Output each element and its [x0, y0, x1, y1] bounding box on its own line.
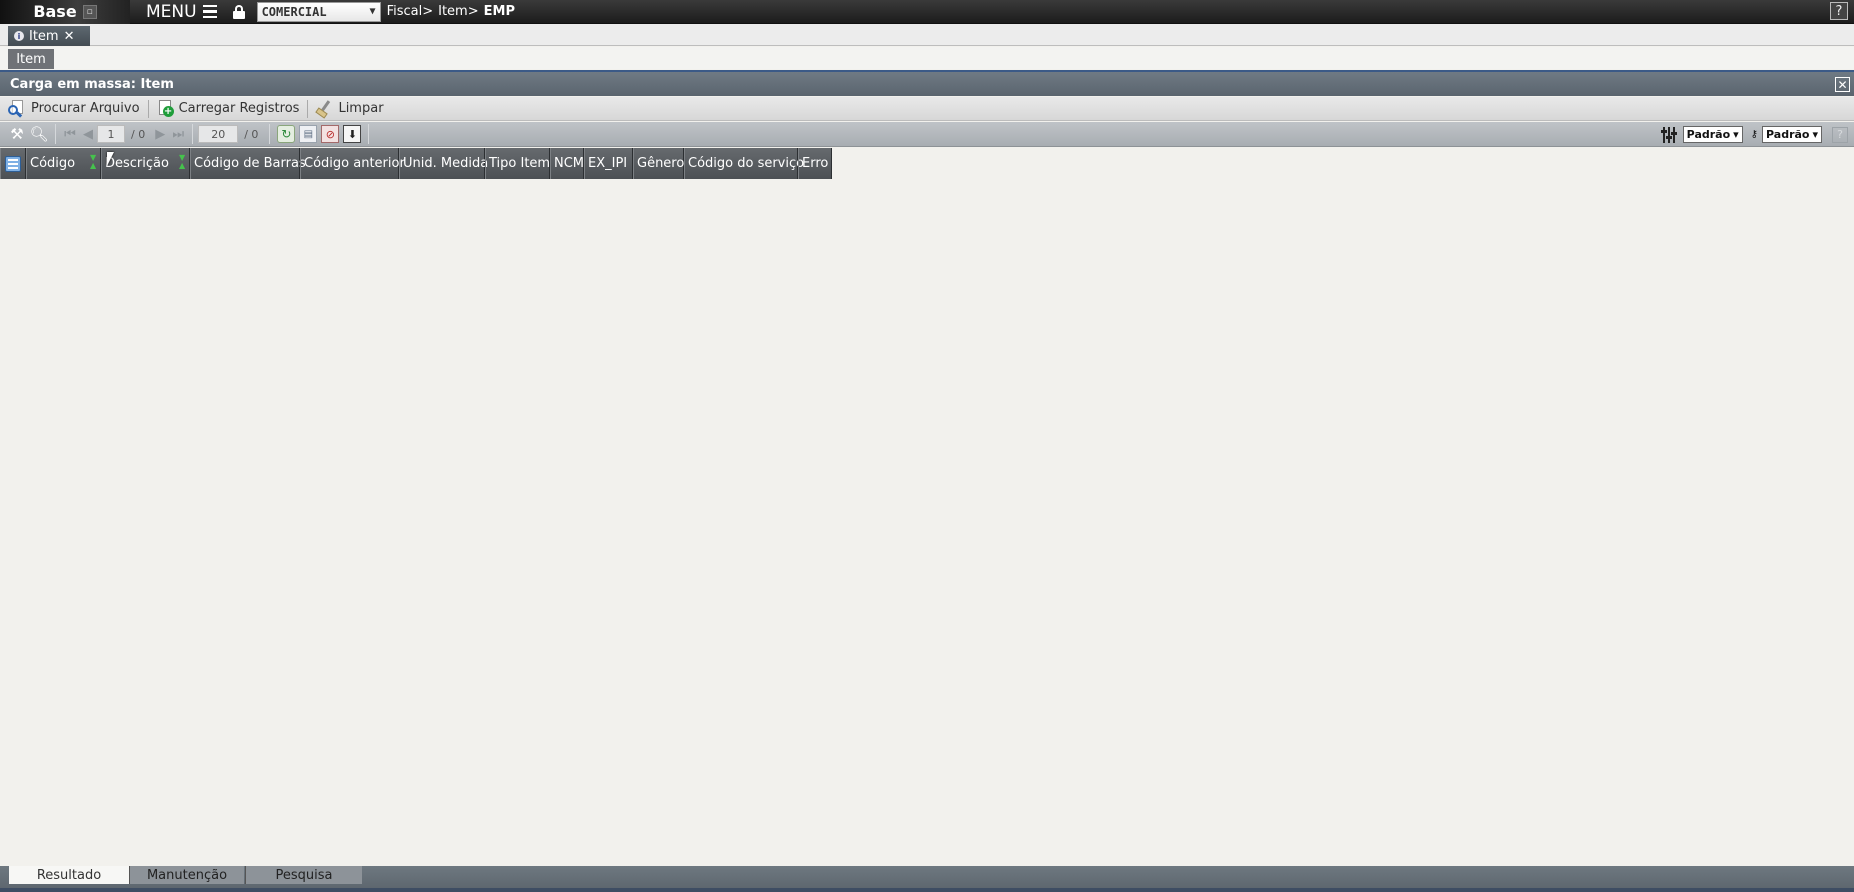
- lock-icon[interactable]: [232, 4, 245, 19]
- column-label: Código anterior: [304, 156, 405, 171]
- divider: [307, 99, 309, 118]
- export-icon[interactable]: ▤: [299, 125, 318, 143]
- close-tab-icon[interactable]: ✕: [64, 29, 75, 44]
- column-header-codigo-anterior[interactable]: Código anterior: [300, 148, 405, 179]
- column-menu-button[interactable]: [0, 148, 26, 179]
- view-tools: Padrão ▾ ⚷ Padrão ▾ ?: [1659, 122, 1848, 147]
- column-label: Gênero: [637, 156, 685, 171]
- column-header-codigo-servico[interactable]: Código do serviço: [684, 148, 804, 179]
- chevron-down-icon: ▾: [1733, 128, 1739, 141]
- help-icon[interactable]: ?: [1832, 126, 1848, 143]
- column-label: Erro: [802, 156, 829, 171]
- tab-label: Item: [29, 28, 59, 44]
- grid-body[interactable]: [0, 179, 1854, 865]
- column-label: Código de Barras: [194, 156, 306, 171]
- column-header-erro[interactable]: Erro: [798, 148, 832, 179]
- tab-manutencao[interactable]: Manutenção: [129, 866, 244, 884]
- rows-per-page-input[interactable]: 20: [198, 125, 239, 143]
- add-document-icon: +: [156, 99, 174, 118]
- column-label: Unid. Medida: [403, 156, 489, 171]
- column-label: Tipo Item: [489, 156, 551, 171]
- sub-tab-item[interactable]: Item: [8, 49, 54, 69]
- breadcrumb-current: EMP: [483, 4, 515, 19]
- sort-icon: ▼ ▲: [90, 153, 97, 170]
- sliders-icon[interactable]: [1659, 126, 1679, 144]
- menu-label: MENU: [146, 1, 197, 22]
- collapse-icon[interactable]: ▫: [82, 4, 97, 19]
- view-select-value: Padrão: [1686, 128, 1731, 141]
- column-header-ex-ipi[interactable]: EX_IPI: [584, 148, 633, 179]
- remove-filter-icon[interactable]: ⊘: [321, 125, 340, 143]
- help-icon[interactable]: ?: [1830, 2, 1848, 20]
- brand-label: Base: [33, 2, 77, 21]
- tools-icon[interactable]: ⚒: [6, 123, 28, 145]
- key-icon: ⚷: [1750, 129, 1758, 140]
- divider: [269, 124, 271, 144]
- breadcrumb-item[interactable]: Item>: [438, 4, 479, 19]
- divider: [147, 99, 149, 118]
- broom-icon: [315, 99, 333, 119]
- previous-page-icon[interactable]: ◀: [79, 127, 97, 142]
- panel-header: Carga em massa: Item ✕: [0, 70, 1854, 96]
- divider: [368, 124, 370, 144]
- divider: [192, 124, 194, 144]
- clear-button[interactable]: Limpar: [313, 98, 391, 120]
- sub-tabs: Item: [0, 47, 1854, 69]
- tab-pesquisa[interactable]: Pesquisa: [245, 866, 362, 884]
- browse-file-label: Procurar Arquivo: [31, 101, 140, 116]
- column-header-unid-medida[interactable]: Unid. Medida: [399, 148, 489, 179]
- mouse-cursor-icon: [107, 152, 121, 166]
- column-label: Código: [30, 156, 76, 171]
- refresh-icon[interactable]: ↻: [277, 125, 296, 143]
- chevron-down-icon: ▼: [369, 6, 376, 17]
- close-panel-icon[interactable]: ✕: [1835, 77, 1850, 92]
- browse-file-button[interactable]: Procurar Arquivo: [6, 98, 148, 120]
- download-icon[interactable]: ⬇: [343, 125, 362, 143]
- action-toolbar: Procurar Arquivo + Carregar Registros Li…: [0, 97, 1854, 121]
- tab-item[interactable]: i Item ✕: [8, 26, 90, 46]
- view-select[interactable]: Padrão ▾: [1682, 126, 1743, 143]
- tab-resultado[interactable]: Resultado: [9, 866, 129, 884]
- company-value: COMERCIAL: [261, 4, 327, 19]
- page-input[interactable]: 1: [97, 125, 125, 143]
- bottom-tabs: Resultado Manutenção Pesquisa: [0, 866, 1854, 892]
- key-select[interactable]: Padrão ▾: [1762, 126, 1822, 143]
- document-tabs: i Item ✕: [0, 24, 1854, 46]
- column-header-codigo-barras[interactable]: Código de Barras: [190, 148, 306, 179]
- grid-header: Código ▼ ▲ Descrição ▼ ▲ Código de Barras …: [0, 148, 832, 179]
- column-label: Código do serviço: [688, 156, 805, 171]
- panel-title: Carga em massa: Item: [10, 76, 174, 92]
- column-label: NCM: [554, 156, 585, 171]
- divider: [55, 124, 56, 144]
- hamburger-icon: [202, 4, 217, 19]
- clear-label: Limpar: [338, 101, 384, 116]
- top-bar: Base ▫ MENU COMERCIAL ▼ Fiscal> Item> EM…: [0, 0, 1854, 24]
- column-label: EX_IPI: [588, 156, 628, 171]
- info-icon: i: [14, 31, 24, 41]
- page-total: / 0: [131, 127, 146, 141]
- column-header-ncm[interactable]: NCM: [550, 148, 584, 179]
- grid-toolbar: ⚒ 🔍︎ ⏮ ◀ 1 / 0 ▶ ⏭ 20 / 0 ↻ ▤ ⊘ ⬇ Padrão…: [0, 122, 1854, 147]
- app-brand[interactable]: Base ▫: [0, 0, 130, 24]
- first-page-icon[interactable]: ⏮: [61, 127, 79, 142]
- load-records-button[interactable]: + Carregar Registros: [154, 98, 308, 120]
- column-list-icon: [5, 155, 21, 172]
- column-header-genero[interactable]: Gênero: [633, 148, 684, 179]
- column-header-codigo[interactable]: Código ▼ ▲: [26, 148, 101, 179]
- menu-button[interactable]: MENU: [146, 0, 217, 24]
- company-select[interactable]: COMERCIAL ▼: [256, 1, 381, 22]
- sort-icon: ▼ ▲: [179, 153, 186, 170]
- breadcrumb: Fiscal> Item> EMP: [387, 4, 515, 19]
- rows-total: / 0: [244, 127, 259, 141]
- last-page-icon[interactable]: ⏭: [169, 127, 187, 142]
- load-records-label: Carregar Registros: [178, 101, 300, 116]
- breadcrumb-item[interactable]: Fiscal>: [387, 4, 434, 19]
- search-file-icon: [8, 99, 26, 118]
- chevron-down-icon: ▾: [1812, 128, 1818, 141]
- key-select-value: Padrão: [1766, 128, 1810, 141]
- search-icon[interactable]: 🔍︎: [28, 123, 50, 145]
- column-header-tipo-item[interactable]: Tipo Item: [485, 148, 550, 179]
- next-page-icon[interactable]: ▶: [151, 127, 169, 142]
- bottom-stripe: [0, 888, 1854, 892]
